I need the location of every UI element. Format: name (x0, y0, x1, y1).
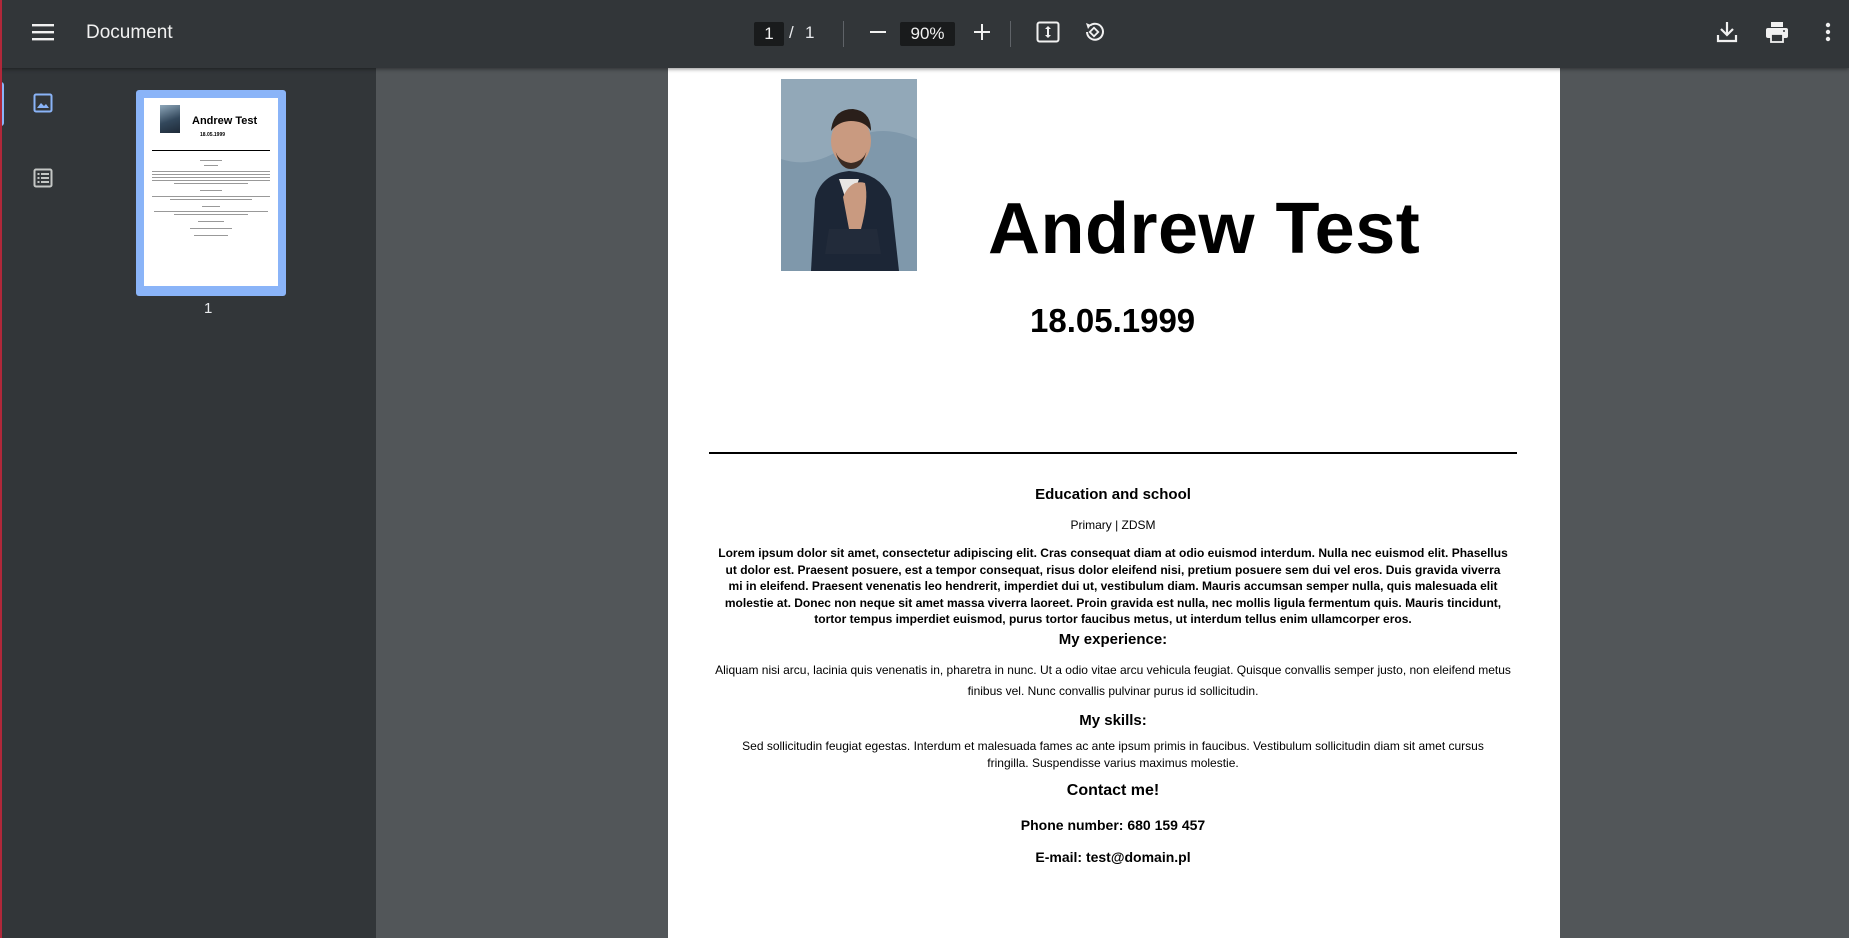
thumbnail-text-line (152, 180, 270, 181)
zoom-in-icon (973, 23, 991, 46)
zoom-in-button[interactable] (962, 14, 1002, 54)
thumbnail-view-button[interactable] (23, 85, 63, 125)
thumbnail-text-line (154, 211, 268, 212)
download-icon (1715, 20, 1739, 49)
thumbnail-text-line (152, 174, 270, 175)
toolbar-divider (1010, 21, 1011, 47)
zoom-input[interactable]: 90% (900, 22, 955, 46)
thumbnail-page-label: 1 (204, 300, 213, 317)
more-options-button[interactable] (1808, 14, 1848, 54)
education-heading: Education and school (1035, 486, 1191, 503)
thumbnail-text-line (174, 214, 248, 215)
thumbnail-name: Andrew Test (192, 115, 258, 127)
page-thumbnail[interactable]: Andrew Test 18.05.1999 (136, 90, 286, 296)
candidate-name: Andrew Test (988, 189, 1421, 269)
rotate-button[interactable] (1074, 14, 1114, 54)
thumbnail-text-line (202, 206, 220, 207)
pdf-page: Andrew Test 18.05.1999 Education and sch… (668, 68, 1560, 938)
outline-icon (33, 168, 53, 193)
email-address: E-mail: test@domain.pl (1035, 849, 1191, 865)
toolbar-divider (843, 21, 844, 47)
menu-icon (32, 23, 54, 46)
thumbnail-text-line (152, 177, 270, 178)
fit-to-page-icon (1036, 21, 1060, 48)
thumbnail-text-line (200, 160, 222, 161)
pdf-toolbar: Document 1 / 1 90% (0, 0, 1849, 68)
more-icon (1825, 22, 1831, 47)
page-total: 1 (805, 23, 815, 42)
thumbnail-text-line (194, 235, 228, 236)
thumbnail-text-line (200, 190, 222, 191)
outline-view-button[interactable] (23, 160, 63, 200)
thumbnail-text-line (198, 221, 224, 222)
print-icon (1765, 21, 1789, 48)
thumbnail-photo (160, 105, 180, 133)
print-button[interactable] (1757, 14, 1797, 54)
zoom-out-button[interactable] (858, 14, 898, 54)
menu-button[interactable] (22, 14, 64, 54)
page-number-input[interactable]: 1 (754, 22, 784, 46)
document-title: Document (86, 22, 173, 43)
thumbnail-icon (33, 93, 53, 118)
phone-number: Phone number: 680 159 457 (1020, 817, 1206, 833)
zoom-out-icon (869, 23, 887, 46)
thumbnail-text-line (204, 165, 218, 166)
skills-text: Sed sollicitudin feugiat egestas. Interd… (742, 739, 1484, 770)
profile-photo (781, 79, 917, 271)
thumbnail-text-line (152, 196, 270, 197)
experience-text: Aliquam nisi arcu, lacinia quis venenati… (715, 663, 1511, 698)
thumbnail-date: 18.05.1999 (200, 132, 226, 138)
education-text: Lorem ipsum dolor sit amet, consectetur … (718, 546, 1508, 626)
contact-heading: Contact me! (1066, 782, 1160, 799)
rotate-icon (1082, 20, 1106, 49)
thumbnail-rule (152, 150, 270, 151)
date-of-birth: 18.05.1999 (1030, 302, 1196, 339)
thumbnail-text-line (170, 199, 252, 200)
section-divider (709, 452, 1517, 454)
thumbnail-sidebar: Andrew Test 18.05.1999 1 (0, 68, 376, 938)
thumbnail-text-line (174, 183, 248, 184)
school-info: Primary | ZDSM (1070, 518, 1156, 532)
thumbnail-text-line (190, 228, 232, 229)
fit-to-page-button[interactable] (1028, 14, 1068, 54)
experience-heading: My experience: (1058, 631, 1168, 648)
download-button[interactable] (1707, 14, 1747, 54)
thumbnail-page: Andrew Test 18.05.1999 (144, 98, 278, 286)
window-edge (0, 0, 2, 938)
thumbnail-text-line (152, 171, 270, 172)
skills-heading: My skills: (1079, 712, 1147, 729)
page-separator: / (789, 23, 794, 42)
